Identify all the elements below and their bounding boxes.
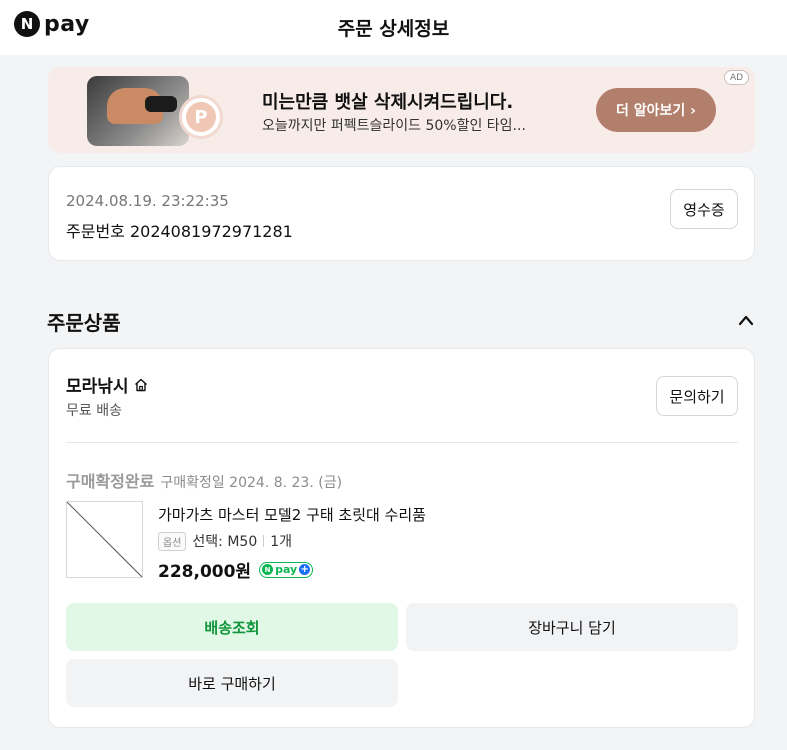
status-label: 구매확정완료 bbox=[66, 472, 155, 491]
section-title-order-items: 주문상품 bbox=[47, 311, 121, 335]
ad-learn-more-button[interactable]: 더 알아보기 › bbox=[596, 88, 716, 132]
home-icon[interactable] bbox=[133, 377, 149, 393]
confirm-date: 구매확정일 2024. 8. 23. (금) bbox=[160, 475, 343, 491]
purchase-status: 구매확정완료 구매확정일 2024. 8. 23. (금) bbox=[66, 468, 342, 492]
page-title: 주문 상세정보 bbox=[337, 18, 450, 40]
option-badge: 옵션 bbox=[158, 531, 187, 551]
add-to-cart-button[interactable]: 장바구니 담기 bbox=[406, 603, 738, 651]
top-bar: N pay 주문 상세정보 bbox=[0, 0, 787, 55]
ad-banner[interactable]: P 미는만큼 뱃살 삭제시켜드립니다. 오늘까지만 퍼펙트슬라이드 50%할인 … bbox=[48, 67, 755, 153]
price-row: 228,000원 N pay + bbox=[158, 557, 314, 582]
chevron-up-icon[interactable] bbox=[736, 312, 756, 328]
divider bbox=[66, 442, 738, 443]
quantity: 1개 bbox=[270, 534, 293, 550]
option-separator bbox=[263, 535, 265, 547]
receipt-button[interactable]: 영수증 bbox=[670, 189, 738, 229]
ad-brand-badge: P bbox=[179, 95, 223, 139]
product-thumbnail[interactable] bbox=[66, 501, 143, 578]
inquiry-button[interactable]: 문의하기 bbox=[656, 376, 738, 416]
order-datetime: 2024.08.19. 23:22:35 bbox=[66, 192, 229, 210]
order-number: 주문번호 2024081972971281 bbox=[66, 222, 293, 241]
option-value: 선택: M50 bbox=[192, 534, 258, 550]
ad-subtitle: 오늘까지만 퍼펙트슬라이드 50%할인 타임... bbox=[262, 118, 526, 134]
ad-title: 미는만큼 뱃살 삭제시켜드립니다. bbox=[262, 92, 514, 113]
track-shipment-button[interactable]: 배송조회 bbox=[66, 603, 398, 651]
order-item-card: 모라낚시 무료 배송 문의하기 구매확정완료 구매확정일 2024. 8. 23… bbox=[48, 348, 755, 728]
product-price: 228,000원 bbox=[158, 562, 252, 582]
npay-plus-badge: N pay + bbox=[259, 561, 314, 578]
ad-label-badge[interactable]: AD bbox=[724, 70, 749, 85]
seller-name-label: 모라낚시 bbox=[66, 377, 129, 397]
order-info-card: 2024.08.19. 23:22:35 주문번호 20240819729712… bbox=[48, 166, 755, 261]
seller-name[interactable]: 모라낚시 bbox=[66, 372, 149, 397]
shipping-fee: 무료 배송 bbox=[66, 403, 122, 419]
product-name[interactable]: 가마가츠 마스터 모델2 구태 초릿대 수리품 bbox=[158, 504, 426, 525]
buy-now-button[interactable]: 바로 구매하기 bbox=[66, 659, 398, 707]
ad-image bbox=[87, 76, 189, 146]
product-options: 옵션 선택: M50 1개 bbox=[158, 531, 292, 551]
